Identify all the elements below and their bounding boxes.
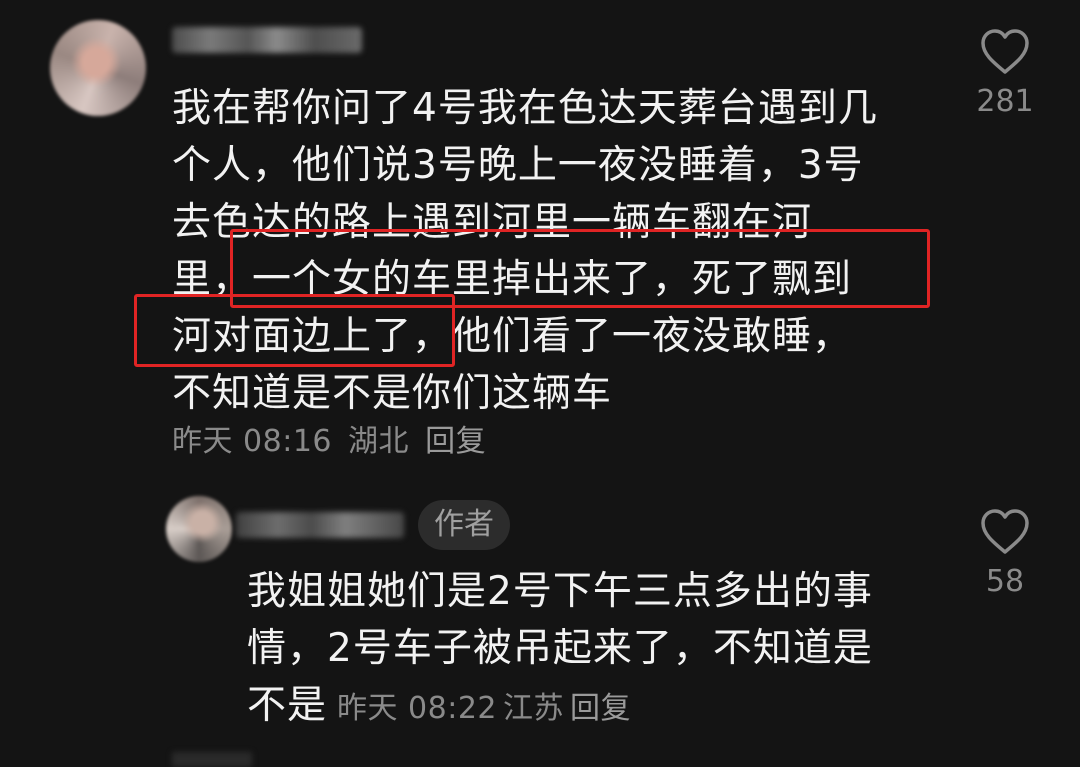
comment-line: 里，一个女的车里掉出来了，死了飘到	[172, 257, 853, 302]
comment-text: 我在帮你问了4号我在色达天葬台遇到几 个人，他们说3号晚上一夜没睡着，3号 去色…	[172, 80, 878, 422]
username-blurred[interactable]	[172, 27, 362, 53]
reply-last-line: 不是 昨天 08:22 江苏 回复	[247, 677, 873, 737]
username-blurred[interactable]	[236, 512, 404, 538]
reply-line: 我姐姐她们是2号下午三点多出的事	[247, 569, 873, 614]
avatar[interactable]	[50, 20, 146, 116]
comment-line: 去色达的路上遇到河里一辆车翻在河	[172, 200, 813, 245]
comment-line: 个人，他们说3号晚上一夜没睡着，3号	[172, 143, 864, 188]
like-button[interactable]: 58	[965, 508, 1045, 599]
like-count: 281	[976, 84, 1034, 119]
comment-time: 昨天 08:16	[172, 424, 332, 459]
reply-text: 我姐姐她们是2号下午三点多出的事 情，2号车子被吊起来了，不知道是 不是 昨天 0…	[247, 563, 873, 737]
reply-line: 不是	[247, 683, 328, 728]
reply-location: 江苏	[503, 691, 565, 726]
like-button[interactable]: 281	[965, 28, 1045, 119]
next-comment-avatar	[172, 752, 252, 767]
heart-outline-icon	[981, 29, 1029, 74]
reply-meta: 昨天 08:22 江苏 回复	[337, 691, 637, 726]
author-badge: 作者	[418, 500, 510, 550]
reply-time: 昨天 08:22	[337, 691, 498, 726]
heart-outline-icon	[981, 509, 1029, 554]
comment-line: 不知道是不是你们这辆车	[172, 371, 613, 416]
like-count: 58	[985, 564, 1025, 599]
comment-location: 湖北	[348, 424, 410, 459]
avatar[interactable]	[166, 496, 232, 562]
reply-line: 情，2号车子被吊起来了，不知道是	[247, 626, 873, 671]
comment-line: 河对面边上了，他们看了一夜没敢睡，	[172, 314, 853, 359]
comment-meta: 昨天 08:16 湖北 回复	[172, 420, 492, 464]
comment-thread: 我在帮你问了4号我在色达天葬台遇到几 个人，他们说3号晚上一夜没睡着，3号 去色…	[0, 0, 1080, 767]
reply-button[interactable]: 回复	[570, 691, 631, 726]
comment-line: 我在帮你问了4号我在色达天葬台遇到几	[172, 86, 878, 131]
reply-button[interactable]: 回复	[425, 424, 486, 459]
